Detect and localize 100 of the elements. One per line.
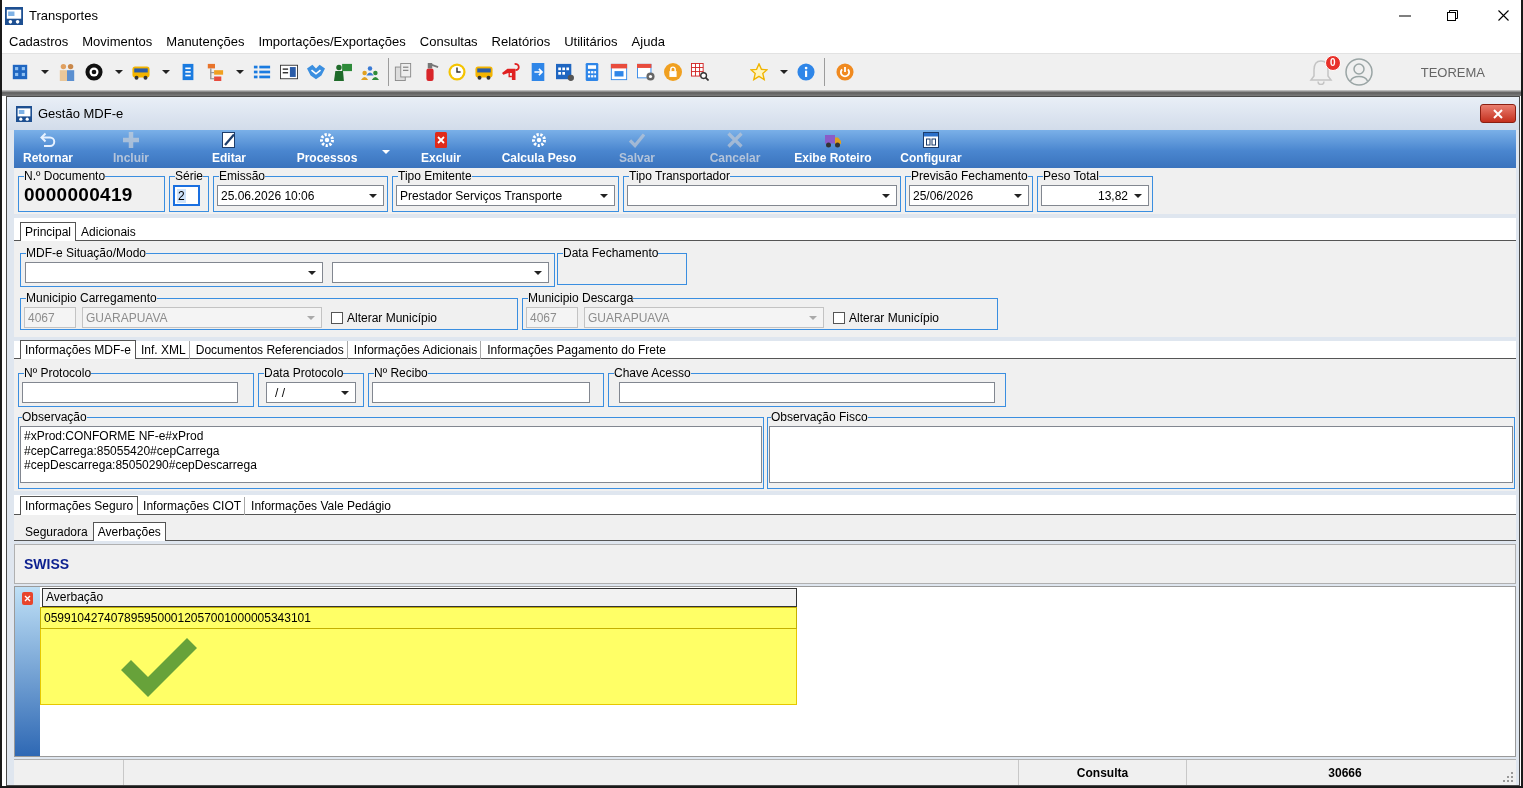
- tab[interactable]: Informações Seguro: [20, 496, 139, 515]
- delete-icon[interactable]: [22, 592, 33, 605]
- input-field[interactable]: 2: [173, 185, 200, 206]
- field-label: Chave Acesso: [614, 367, 691, 380]
- toolbar-button[interactable]: Calcula Peso: [490, 130, 588, 168]
- presenter-icon[interactable]: [334, 63, 352, 81]
- toolbar-button[interactable]: Exibe Roteiro: [784, 130, 882, 168]
- menu-item[interactable]: Manutenções: [159, 33, 252, 49]
- text-area[interactable]: #xProd:CONFORME NF-e#xProd #cepCarrega:85055420#cepCarrega #cepDescarrega:85050290#cepDescarrega: [20, 426, 762, 483]
- close-icon: [1493, 108, 1503, 119]
- tab[interactable]: Documentos Referenciados: [190, 340, 349, 359]
- edit-icon: [221, 132, 237, 148]
- user-icon[interactable]: [1344, 58, 1373, 86]
- hierarchy-icon[interactable]: [206, 63, 224, 81]
- dropdown[interactable]: / /: [266, 382, 356, 403]
- insurer-name: SWISS: [24, 556, 70, 572]
- toolbar-button[interactable]: Processos: [278, 130, 392, 168]
- input-field[interactable]: [372, 382, 590, 403]
- field-label: Municipio Carregamento: [26, 292, 157, 305]
- calendar-page-icon[interactable]: [610, 63, 628, 81]
- toolbar-button[interactable]: Editar: [180, 130, 278, 168]
- lock-icon[interactable]: [664, 63, 682, 81]
- tab[interactable]: Informações Vale Pedágio: [246, 496, 396, 515]
- chevron-icon[interactable]: [307, 63, 325, 81]
- close-button[interactable]: [1480, 104, 1516, 123]
- toolbar-button[interactable]: Excluir: [392, 130, 490, 168]
- minimize-icon[interactable]: [1399, 14, 1411, 17]
- document-number: 0000000419: [23, 183, 134, 206]
- star-icon[interactable]: [750, 63, 768, 81]
- dropdown[interactable]: 13,82: [1041, 185, 1149, 206]
- tab[interactable]: Informações Adicionais: [348, 340, 483, 359]
- caret-icon[interactable]: [115, 70, 123, 74]
- tab[interactable]: Informações CIOT: [138, 496, 247, 515]
- restore-icon[interactable]: [1447, 10, 1458, 21]
- fuel-nozzle-icon[interactable]: [502, 63, 520, 81]
- power-icon[interactable]: [836, 63, 854, 81]
- caret-icon[interactable]: [236, 70, 244, 74]
- caret-icon[interactable]: [41, 70, 49, 74]
- tab[interactable]: Principal: [20, 222, 77, 241]
- card-icon[interactable]: [280, 63, 298, 81]
- field-label: Emissão: [219, 170, 265, 183]
- menu-item[interactable]: Movimentos: [75, 33, 160, 49]
- caret-icon[interactable]: [780, 70, 788, 74]
- caret-icon: [600, 193, 608, 198]
- input-field[interactable]: [619, 382, 995, 403]
- status-text: Consulta: [1076, 765, 1129, 780]
- caret-icon: [534, 270, 542, 275]
- list-icon[interactable]: [253, 63, 271, 81]
- text-area[interactable]: [769, 426, 1513, 483]
- toolbar-button[interactable]: Retornar: [14, 130, 82, 168]
- table-search-icon[interactable]: [691, 63, 709, 81]
- table-row[interactable]: 0599104274078959500012057001000005343101: [40, 607, 797, 629]
- info-icon[interactable]: [797, 63, 815, 81]
- caret-icon: [882, 193, 890, 198]
- field-label: Tipo Transportador: [629, 170, 730, 183]
- calendar-gear-icon[interactable]: [637, 63, 655, 81]
- input-field[interactable]: [22, 382, 238, 403]
- dropdown[interactable]: [332, 262, 549, 283]
- dropdown[interactable]: 25/06/2026: [909, 185, 1029, 206]
- toolbar-button[interactable]: Configurar: [882, 130, 980, 168]
- menu-item[interactable]: Importações/Exportações: [251, 33, 413, 49]
- menu-item[interactable]: Utilitários: [557, 33, 625, 49]
- close-icon[interactable]: [1498, 10, 1509, 21]
- building-icon[interactable]: [11, 63, 29, 81]
- tire-icon[interactable]: [85, 63, 103, 81]
- people-icon[interactable]: [58, 63, 76, 81]
- app-title: Transportes: [29, 8, 98, 23]
- menu-item[interactable]: Cadastros: [2, 33, 76, 49]
- tab[interactable]: Informações MDF-e: [20, 340, 137, 359]
- tab[interactable]: Averbações: [92, 522, 166, 541]
- plus-icon: [123, 132, 139, 148]
- tab[interactable]: Seguradora: [20, 522, 93, 541]
- menu-item[interactable]: Relatórios: [484, 33, 558, 49]
- tab[interactable]: Adicionais: [76, 222, 141, 241]
- documents-icon[interactable]: [394, 63, 412, 81]
- tab[interactable]: Inf. XML: [136, 340, 191, 359]
- menu-item[interactable]: Ajuda: [624, 33, 672, 49]
- window-title: Gestão MDF-e: [38, 106, 124, 121]
- gear-icon: [531, 132, 547, 148]
- bell-icon[interactable]: [1308, 59, 1333, 85]
- calculator-icon[interactable]: [583, 63, 601, 81]
- caret-icon: [369, 193, 377, 198]
- caret-icon: [809, 315, 817, 320]
- window-icon: [16, 105, 32, 122]
- check-icon: [629, 132, 645, 148]
- clock-icon[interactable]: [448, 63, 466, 81]
- resize-grip-icon[interactable]: [1503, 772, 1513, 782]
- menu-item[interactable]: Consultas: [412, 33, 485, 49]
- caret-icon[interactable]: [162, 70, 170, 74]
- dropdown[interactable]: Prestador Serviços Transporte: [396, 185, 615, 206]
- group-icon[interactable]: [361, 63, 379, 81]
- tab[interactable]: Informações Pagamento do Frete: [482, 340, 671, 359]
- undo-icon: [40, 132, 56, 148]
- field-label: Data Protocolo: [264, 367, 344, 380]
- calendar-icon[interactable]: [556, 63, 574, 81]
- dropdown[interactable]: 25.06.2026 10:06: [217, 185, 384, 206]
- dropdown[interactable]: [627, 185, 897, 206]
- field-label: Nº Protocolo: [24, 367, 92, 380]
- cross-icon: [727, 132, 743, 148]
- dropdown[interactable]: [25, 262, 323, 283]
